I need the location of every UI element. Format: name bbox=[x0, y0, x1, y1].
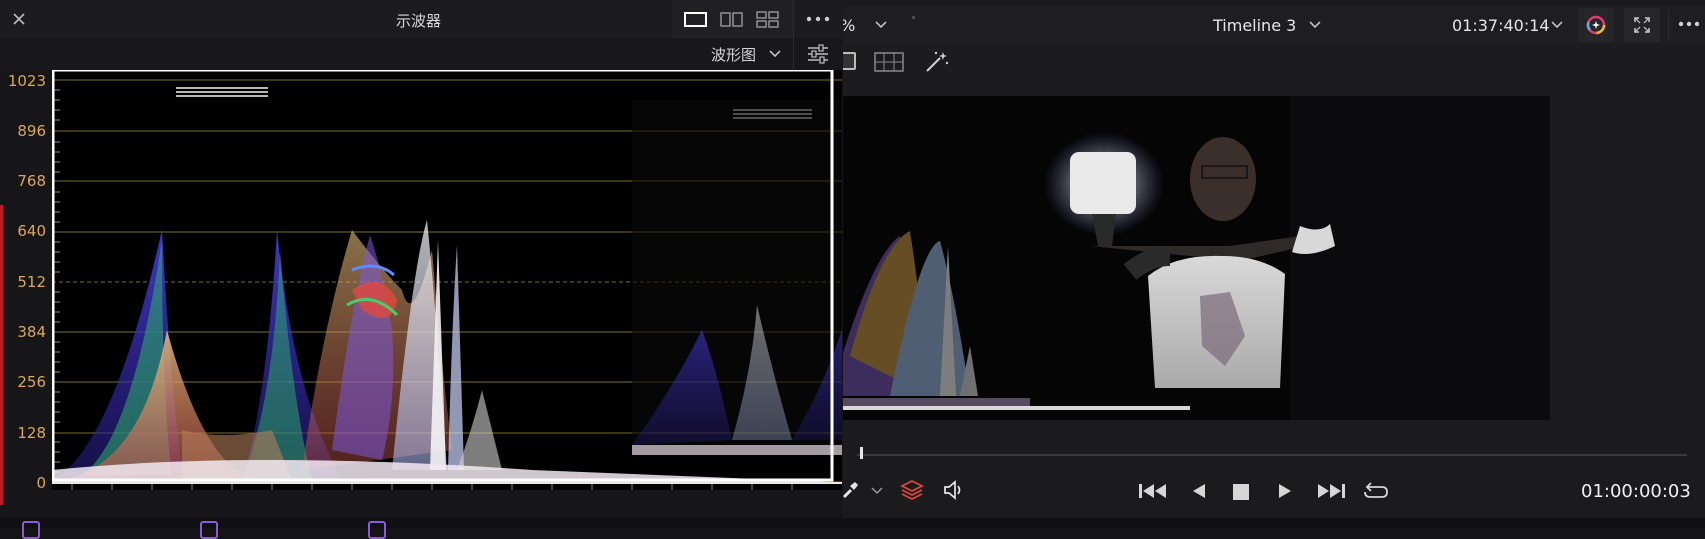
viewer-header: 3% Timeline 3 01:37:40:14 bbox=[830, 6, 1705, 44]
y-label-256: 256 bbox=[17, 373, 46, 391]
dual-layout-icon[interactable] bbox=[720, 12, 744, 28]
scope-title: 示波器 bbox=[396, 12, 442, 30]
playhead[interactable] bbox=[860, 447, 863, 459]
play-reverse-icon[interactable] bbox=[1190, 482, 1208, 500]
grid-view-icon[interactable] bbox=[874, 52, 904, 72]
play-icon[interactable] bbox=[1276, 482, 1294, 500]
node-chip[interactable] bbox=[200, 521, 218, 539]
y-label-896: 896 bbox=[17, 122, 46, 140]
loop-icon[interactable] bbox=[1362, 479, 1390, 501]
more-dots-icon[interactable] bbox=[806, 16, 830, 22]
color-wheel-button[interactable] bbox=[1578, 8, 1614, 42]
layers-icon[interactable] bbox=[900, 479, 924, 501]
speaker-icon[interactable] bbox=[942, 479, 966, 501]
stop-icon[interactable] bbox=[1232, 483, 1250, 501]
y-label-128: 128 bbox=[17, 424, 46, 442]
sliders-icon[interactable] bbox=[806, 43, 830, 65]
waveform-graph bbox=[51, 68, 842, 490]
mode-chevron-down-icon[interactable] bbox=[768, 49, 782, 59]
single-layout-icon[interactable] bbox=[684, 12, 708, 28]
go-to-start-icon[interactable] bbox=[1138, 482, 1168, 500]
eyedropper-icon[interactable] bbox=[840, 480, 860, 500]
magic-wand-icon[interactable] bbox=[924, 50, 950, 74]
scope-subheader: 波形图 bbox=[0, 38, 843, 70]
color-wheel-icon bbox=[1586, 15, 1606, 35]
header-divider bbox=[1668, 10, 1669, 40]
y-label-768: 768 bbox=[17, 172, 46, 190]
node-chip[interactable] bbox=[22, 521, 40, 539]
go-to-end-icon[interactable] bbox=[1316, 482, 1346, 500]
more-dots-icon[interactable] bbox=[1678, 21, 1700, 27]
y-label-512: 512 bbox=[17, 273, 46, 291]
waveform-scope[interactable] bbox=[51, 68, 842, 490]
source-timecode[interactable]: 01:37:40:14 bbox=[1452, 16, 1550, 35]
timeline-name[interactable]: Timeline 3 bbox=[1213, 16, 1296, 35]
record-timecode: 01:00:00:03 bbox=[1581, 481, 1691, 502]
y-label-640: 640 bbox=[17, 222, 46, 240]
accent-strip bbox=[0, 205, 3, 505]
scrub-bar[interactable] bbox=[857, 454, 1687, 456]
scope-header: 示波器 bbox=[0, 0, 843, 39]
viewer-toolbar bbox=[830, 44, 1705, 80]
eyedropper-chevron-down-icon[interactable] bbox=[870, 486, 884, 496]
scope-mode-select[interactable]: 波形图 bbox=[711, 44, 756, 65]
bottom-strip bbox=[0, 518, 1705, 528]
zoom-chevron-down-icon[interactable] bbox=[874, 19, 888, 31]
node-chip[interactable] bbox=[368, 521, 386, 539]
y-label-1023: 1023 bbox=[7, 72, 46, 90]
subheader-divider bbox=[793, 38, 794, 70]
header-divider bbox=[793, 0, 794, 38]
timecode-chevron-down-icon[interactable] bbox=[1550, 19, 1564, 31]
separator-dot bbox=[912, 16, 915, 19]
fullscreen-icon bbox=[1634, 17, 1650, 33]
quad-layout-icon[interactable] bbox=[756, 11, 780, 29]
timeline-chevron-down-icon[interactable] bbox=[1308, 19, 1322, 31]
y-label-384: 384 bbox=[17, 323, 46, 341]
close-icon[interactable] bbox=[12, 12, 26, 26]
y-label-0: 0 bbox=[36, 474, 46, 492]
fullscreen-button[interactable] bbox=[1624, 8, 1660, 42]
scope-overlay-ghost bbox=[830, 96, 1290, 440]
